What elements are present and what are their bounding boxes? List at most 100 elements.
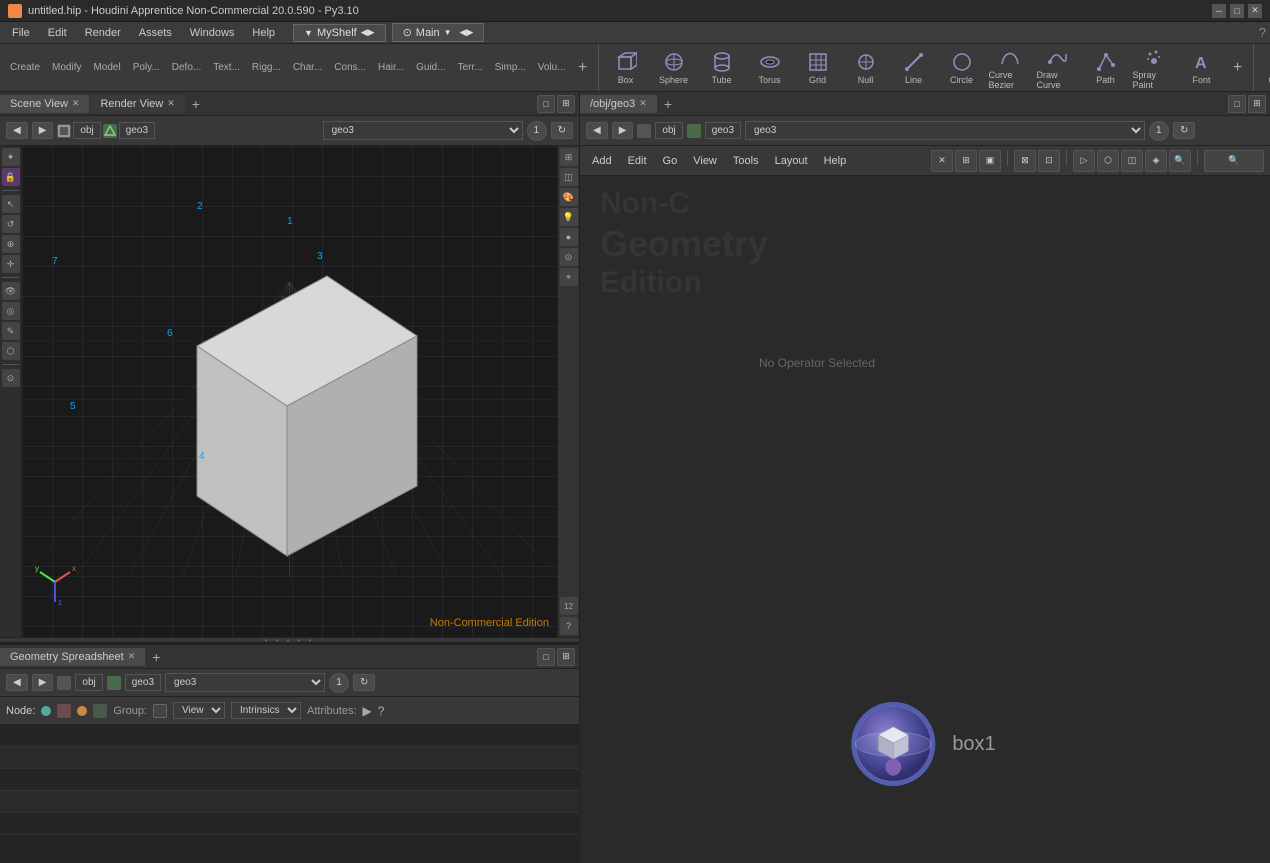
right-tab-close-icon[interactable]: ✕ [639, 98, 647, 109]
shelf-tool-grid[interactable]: Grid [795, 47, 841, 89]
ri-btn-9[interactable]: ◈ [1145, 150, 1167, 172]
right-path-select[interactable]: geo3 [745, 121, 1145, 140]
ri-btn-4[interactable]: ⊠ [1014, 150, 1036, 172]
rt-go-button[interactable]: Go [657, 153, 684, 169]
shelf-section-text[interactable]: Text... [207, 47, 246, 89]
viewport-3d[interactable]: View Persp ▼ No cam ▼ [22, 146, 557, 637]
shelf-tool-null[interactable]: Null [843, 47, 889, 89]
shelf-tool-sphere[interactable]: Sphere [651, 47, 697, 89]
attributes-expand-button[interactable]: ▶ [363, 704, 372, 718]
shelf-tool-line[interactable]: Line [891, 47, 937, 89]
menu-edit[interactable]: Edit [40, 25, 75, 41]
shelf-tool-drawcurve[interactable]: Draw Curve [1035, 47, 1081, 89]
tool-move-button[interactable]: ✛ [2, 255, 20, 273]
right-num-button[interactable]: 1 [1149, 121, 1169, 141]
tool-select-button[interactable]: ✦ [2, 148, 20, 166]
shelf-section-guid[interactable]: Guid... [410, 47, 451, 89]
box1-node-icon[interactable] [854, 705, 932, 783]
viewport-num-button[interactable]: 1 [527, 121, 547, 141]
rt-tools-button[interactable]: Tools [727, 153, 765, 169]
vp-right-btn-4[interactable]: 💡 [560, 208, 578, 226]
shelf-section-model[interactable]: Model [87, 47, 126, 89]
shelf-tool-tube[interactable]: Tube [699, 47, 745, 89]
ri-btn-2[interactable]: ⊞ [955, 150, 977, 172]
shelf-section-terr[interactable]: Terr... [452, 47, 489, 89]
shelf-section-poly[interactable]: Poly... [127, 47, 166, 89]
titlebar-controls[interactable]: ─ □ ✕ [1212, 4, 1262, 18]
network-editor[interactable]: Non-CGeometryEdition No Operator Selecte… [580, 176, 1270, 863]
bottom-path-obj[interactable]: obj [75, 674, 102, 691]
tool-cursor-button[interactable]: ↖ [2, 195, 20, 213]
shelf-add-tool-button[interactable]: + [1227, 57, 1249, 79]
rt-view-button[interactable]: View [687, 153, 723, 169]
shelf-tool-circle[interactable]: Circle [939, 47, 985, 89]
vp-right-btn-1[interactable]: ⊞ [560, 148, 578, 166]
shelf-section-simp[interactable]: Simp... [489, 47, 532, 89]
ri-btn-8[interactable]: ◫ [1121, 150, 1143, 172]
vp-right-btn-num[interactable]: 12 [560, 597, 578, 615]
layout-quad-button[interactable]: ⊞ [557, 95, 575, 113]
ri-btn-3[interactable]: ▣ [979, 150, 1001, 172]
vp-right-btn-5[interactable]: ● [560, 228, 578, 246]
scene-view-close-icon[interactable]: ✕ [72, 98, 80, 109]
tool-rotate-button[interactable]: ↺ [2, 215, 20, 233]
bottom-split-button[interactable]: ⊞ [557, 648, 575, 666]
rt-layout-button[interactable]: Layout [769, 153, 814, 169]
intrinsics-select[interactable]: Intrinsics [231, 702, 301, 719]
close-button[interactable]: ✕ [1248, 4, 1262, 18]
box1-node[interactable]: box1 [854, 705, 995, 783]
maximize-button[interactable]: □ [1230, 4, 1244, 18]
layout-single-button[interactable]: □ [537, 95, 555, 113]
shelf-tool-path[interactable]: Path [1083, 47, 1129, 89]
menu-file[interactable]: File [4, 25, 38, 41]
shelf-tool-torus[interactable]: Torus [747, 47, 793, 89]
path-obj[interactable]: obj [73, 122, 100, 139]
tool-lock-button[interactable]: 🔒 [2, 168, 20, 186]
ri-btn-10[interactable]: 🔍 [1169, 150, 1191, 172]
add-right-tab-button[interactable]: + [658, 93, 678, 115]
rt-edit-button[interactable]: Edit [622, 153, 653, 169]
bottom-num-button[interactable]: 1 [329, 673, 349, 693]
bottom-cycle-button[interactable]: ↻ [353, 674, 375, 691]
tool-paint-button[interactable]: ⬡ [2, 342, 20, 360]
shelf-tool-curvebezier[interactable]: Curve Bezier [987, 47, 1033, 89]
menu-render[interactable]: Render [77, 25, 129, 41]
bottom-path-select[interactable]: geo3 [165, 673, 325, 692]
shelf-section-char[interactable]: Char... [287, 47, 328, 89]
right-layout-button[interactable]: □ [1228, 95, 1246, 113]
shelf-section-defo[interactable]: Defo... [166, 47, 207, 89]
add-tab-button[interactable]: + [186, 93, 206, 115]
tool-scale-button[interactable]: ⊕ [2, 235, 20, 253]
menu-windows[interactable]: Windows [182, 25, 243, 41]
spreadsheet-tab-close-icon[interactable]: ✕ [128, 651, 136, 662]
right-forward-button[interactable]: ▶ [612, 122, 634, 139]
right-path-obj[interactable]: obj [655, 122, 682, 139]
view-select[interactable]: View [173, 702, 225, 719]
shelf-section-modify[interactable]: Modify [46, 47, 87, 89]
tool-node-button[interactable]: ⊙ [2, 369, 20, 387]
shelf-tool-camera[interactable]: Camera [1262, 47, 1270, 89]
viewport-path-select[interactable]: geo3 [323, 121, 523, 140]
myshelf-button[interactable]: ▼ MyShelf ◀▶ [293, 24, 386, 42]
main-button[interactable]: ⊙ Main ▼ ◀▶ [392, 23, 485, 42]
shelf-add-section-button[interactable]: + [572, 57, 594, 79]
menu-assets[interactable]: Assets [131, 25, 180, 41]
tab-right-path[interactable]: /obj/geo3 ✕ [580, 95, 658, 113]
rt-add-button[interactable]: Add [586, 153, 618, 169]
shelf-section-create[interactable]: Create [4, 47, 46, 89]
tab-render-view[interactable]: Render View ✕ [90, 95, 185, 113]
vp-right-btn-7[interactable]: ⌖ [560, 268, 578, 286]
ri-btn-search[interactable]: 🔍 [1204, 150, 1264, 172]
vp-right-btn-2[interactable]: ◫ [560, 168, 578, 186]
help-icon[interactable]: ? [1259, 25, 1266, 40]
viewport-back-button[interactable]: ◀ [6, 122, 28, 139]
tab-geometry-spreadsheet[interactable]: Geometry Spreadsheet ✕ [0, 648, 146, 666]
attributes-help-button[interactable]: ? [378, 704, 385, 718]
tool-pen-button[interactable]: ✎ [2, 322, 20, 340]
viewport-cycle-button[interactable]: ↻ [551, 122, 573, 139]
rt-help-button[interactable]: Help [818, 153, 853, 169]
tool-eye-button[interactable]: 👁 [2, 282, 20, 300]
vp-right-btn-q[interactable]: ? [560, 617, 578, 635]
shelf-section-cons[interactable]: Cons... [328, 47, 372, 89]
right-cycle-button[interactable]: ↻ [1173, 122, 1195, 139]
